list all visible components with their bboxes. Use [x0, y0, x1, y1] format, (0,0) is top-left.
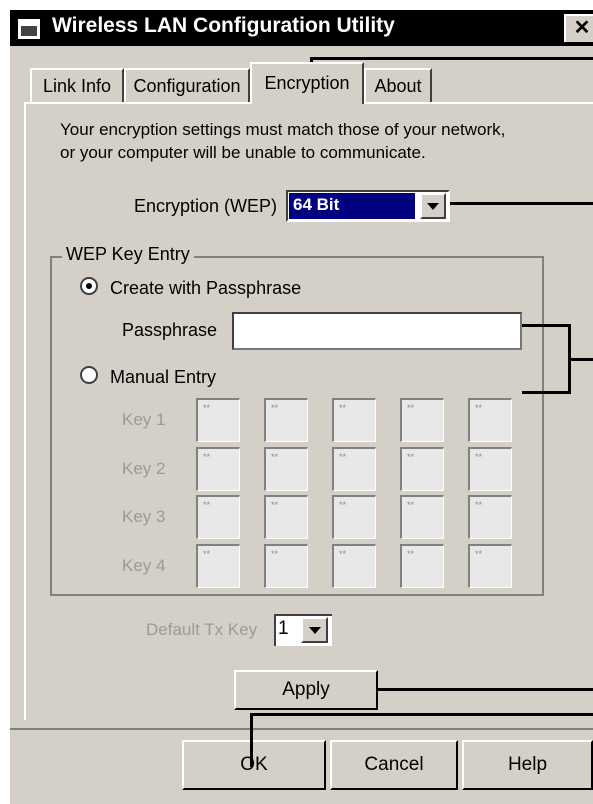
- wep-selected-value[interactable]: 64 Bit: [289, 193, 415, 219]
- info-text-line1: Your encryption settings must match thos…: [60, 120, 506, 139]
- key-1-byte-5[interactable]: **: [468, 398, 512, 442]
- window-title: Wireless LAN Configuration Utility: [52, 14, 395, 37]
- tab-encryption[interactable]: Encryption: [250, 62, 364, 104]
- manual-entry-radio[interactable]: [80, 366, 98, 384]
- callout-apply: [378, 688, 593, 691]
- apply-button[interactable]: Apply: [234, 670, 378, 710]
- manual-entry-label[interactable]: Manual Entry: [110, 367, 216, 388]
- close-button[interactable]: ✕: [564, 14, 593, 42]
- key-3-byte-4[interactable]: **: [400, 495, 444, 539]
- default-tx-key-value[interactable]: 1: [278, 618, 289, 640]
- default-tx-key-label: Default Tx Key: [146, 620, 258, 639]
- key-3-byte-5[interactable]: **: [468, 495, 512, 539]
- wep-dropdown-arrow-icon[interactable]: [420, 193, 446, 219]
- key-2-byte-4[interactable]: **: [400, 447, 444, 491]
- callout-ok-v: [250, 713, 253, 767]
- callout-manual-entry: [522, 391, 570, 394]
- tab-about[interactable]: About: [364, 68, 432, 102]
- key-2-byte-5[interactable]: **: [468, 447, 512, 491]
- callout-wep-dropdown: [450, 202, 593, 205]
- cancel-button[interactable]: Cancel: [330, 740, 458, 790]
- tx-key-arrow-icon[interactable]: [301, 617, 328, 643]
- key-4-byte-4[interactable]: **: [400, 544, 444, 588]
- callout-ok-h: [250, 713, 593, 716]
- passphrase-label: Passphrase: [122, 320, 218, 340]
- wep-label: Encryption (WEP): [134, 196, 278, 216]
- key-1-label: Key 1: [122, 410, 166, 429]
- callout-passphrase: [522, 324, 570, 327]
- key-3-byte-1[interactable]: **: [196, 495, 240, 539]
- callout-encryption-tab-h: [311, 57, 593, 60]
- tab-configuration[interactable]: Configuration: [124, 68, 250, 102]
- passphrase-input[interactable]: [232, 312, 522, 350]
- key-4-label: Key 4: [122, 556, 166, 575]
- key-4-byte-5[interactable]: **: [468, 544, 512, 588]
- key-4-byte-1[interactable]: **: [196, 544, 240, 588]
- key-2-label: Key 2: [122, 459, 166, 478]
- key-1-byte-4[interactable]: **: [400, 398, 444, 442]
- separator: [10, 728, 593, 730]
- key-4-byte-2[interactable]: **: [264, 544, 308, 588]
- tab-link-info[interactable]: Link Info: [30, 68, 124, 102]
- create-passphrase-label[interactable]: Create with Passphrase: [110, 278, 301, 299]
- key-2-byte-1[interactable]: **: [196, 447, 240, 491]
- key-4-byte-3[interactable]: **: [332, 544, 376, 588]
- key-1-byte-2[interactable]: **: [264, 398, 308, 442]
- app-icon: [16, 17, 42, 41]
- wep-key-entry-title: WEP Key Entry: [62, 244, 194, 265]
- key-3-byte-2[interactable]: **: [264, 495, 308, 539]
- key-1-byte-3[interactable]: **: [332, 398, 376, 442]
- key-3-label: Key 3: [122, 507, 166, 526]
- create-passphrase-radio[interactable]: [80, 277, 98, 295]
- help-button[interactable]: Help: [462, 740, 593, 790]
- ok-button[interactable]: OK: [182, 740, 326, 790]
- info-text-line2: or your computer will be unable to commu…: [60, 143, 426, 162]
- key-2-byte-2[interactable]: **: [264, 447, 308, 491]
- key-1-byte-1[interactable]: **: [196, 398, 240, 442]
- key-3-byte-3[interactable]: **: [332, 495, 376, 539]
- key-2-byte-3[interactable]: **: [332, 447, 376, 491]
- callout-bracket-out: [568, 358, 593, 361]
